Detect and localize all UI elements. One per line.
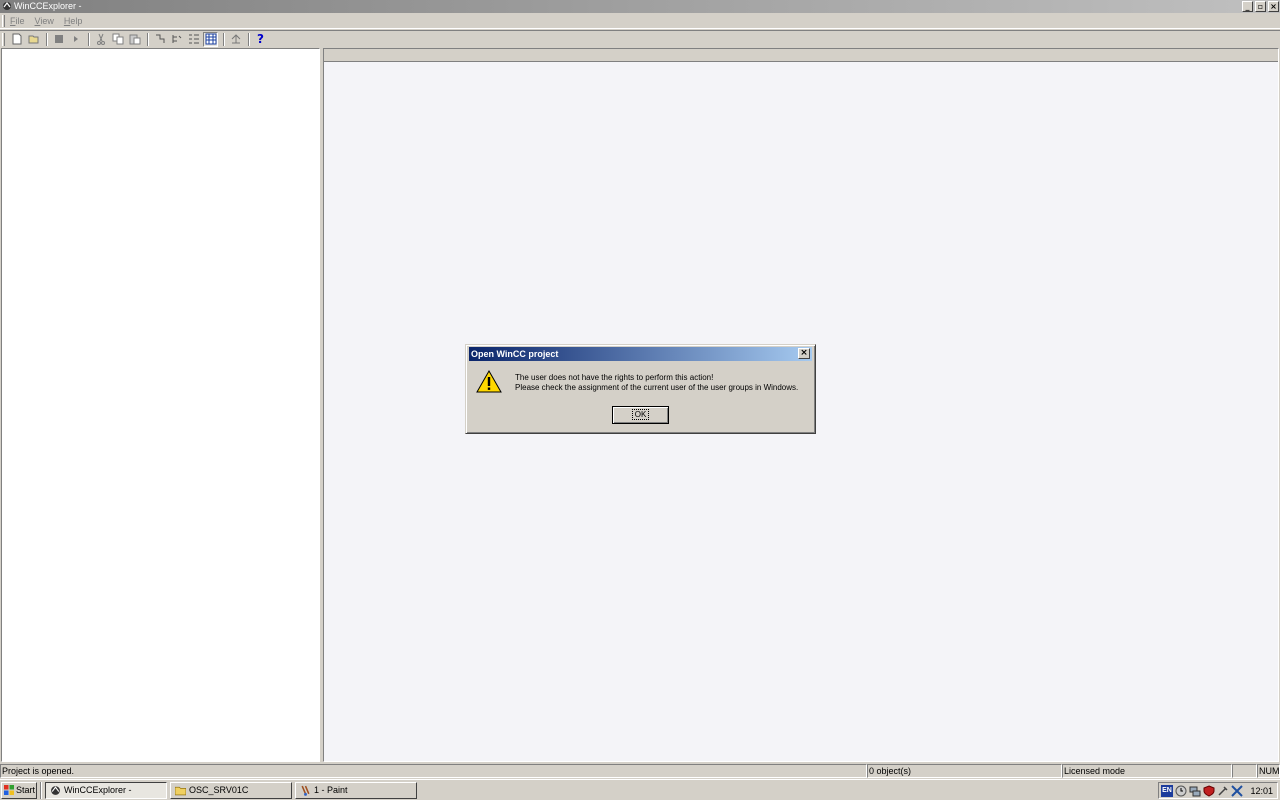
task-wincc-explorer[interactable]: WinCCExplorer -: [45, 781, 167, 799]
task-paint[interactable]: 1 - Paint: [295, 781, 417, 799]
menu-help[interactable]: Help: [59, 13, 88, 29]
status-object-count: 0 object(s): [867, 764, 1062, 778]
menu-file[interactable]: File: [5, 13, 30, 29]
copy-icon[interactable]: [110, 32, 125, 47]
close-button[interactable]: ×: [1268, 1, 1279, 12]
security-shield-icon[interactable]: [1203, 784, 1215, 797]
menu-view[interactable]: View: [30, 13, 59, 29]
maximize-button[interactable]: ▫: [1255, 1, 1266, 12]
ok-button[interactable]: OK: [612, 406, 669, 424]
toolbar-separator: [88, 32, 90, 46]
dialog-title: Open WinCC project: [471, 349, 559, 359]
status-license-mode: Licensed mode: [1062, 764, 1232, 778]
start-button[interactable]: Start: [1, 781, 37, 799]
status-empty: [1232, 764, 1257, 778]
paint-icon: [301, 785, 310, 796]
dialog-title-bar[interactable]: Open WinCC project ×: [469, 347, 812, 361]
taskbar-separator: [40, 781, 42, 799]
warning-icon: [476, 369, 502, 393]
title-bar: WinCCExplorer - _ ▫ ×: [0, 0, 1280, 13]
toolbar: ?: [0, 30, 1280, 47]
minimize-button[interactable]: _: [1242, 1, 1253, 12]
status-bar: Project is opened. 0 object(s) Licensed …: [0, 764, 1280, 778]
connection-icon[interactable]: [1231, 784, 1243, 797]
status-message: Project is opened.: [0, 764, 867, 778]
open-icon[interactable]: [26, 32, 41, 47]
cut-icon[interactable]: [93, 32, 108, 47]
ok-button-label: OK: [631, 409, 650, 420]
window-title: WinCCExplorer -: [14, 1, 82, 11]
help-icon[interactable]: ?: [253, 32, 268, 47]
task-label: 1 - Paint: [314, 785, 348, 795]
menu-bar: File View Help: [0, 13, 1280, 29]
stop-icon[interactable]: [51, 32, 66, 47]
taskbar-clock[interactable]: 12:01: [1250, 786, 1273, 796]
toolbar-grip: [2, 32, 5, 46]
tree-icon[interactable]: [169, 32, 184, 47]
clock-service-icon[interactable]: [1175, 785, 1187, 797]
paste-icon[interactable]: [127, 32, 142, 47]
language-indicator[interactable]: EN: [1161, 784, 1173, 797]
task-label: OSC_SRV01C: [189, 785, 249, 795]
tools-icon[interactable]: [1217, 785, 1229, 797]
wincc-icon: [51, 785, 60, 795]
up-icon[interactable]: [228, 32, 243, 47]
properties-icon[interactable]: [152, 32, 167, 47]
dialog-message-line-2: Please check the assignment of the curre…: [515, 383, 799, 392]
list-column-header[interactable]: [324, 49, 1278, 62]
error-dialog: Open WinCC project × The user does not h…: [465, 344, 816, 434]
network-icon[interactable]: [1189, 785, 1201, 797]
folder-icon: [175, 786, 186, 795]
toolbar-separator: [248, 32, 250, 46]
system-tray: EN 12:01: [1158, 782, 1278, 799]
run-icon[interactable]: [68, 32, 83, 47]
project-tree-pane[interactable]: [1, 48, 320, 762]
new-icon[interactable]: [9, 32, 24, 47]
taskbar: Start WinCCExplorer - OSC_SRV01C 1 - Pai…: [0, 779, 1280, 800]
details-icon[interactable]: [203, 31, 218, 47]
task-label: WinCCExplorer -: [64, 785, 132, 795]
dialog-message-line-1: The user does not have the rights to per…: [515, 373, 714, 382]
windows-flag-icon: [4, 785, 14, 795]
status-num-lock: NUM: [1257, 764, 1280, 778]
wincc-app-icon: [3, 1, 11, 10]
dialog-close-button[interactable]: ×: [798, 348, 810, 359]
task-osc-srv01c[interactable]: OSC_SRV01C: [170, 781, 292, 799]
list-icon[interactable]: [186, 32, 201, 47]
toolbar-separator: [46, 32, 48, 46]
toolbar-separator: [147, 32, 149, 46]
toolbar-separator: [223, 32, 225, 46]
start-label: Start: [16, 785, 36, 795]
